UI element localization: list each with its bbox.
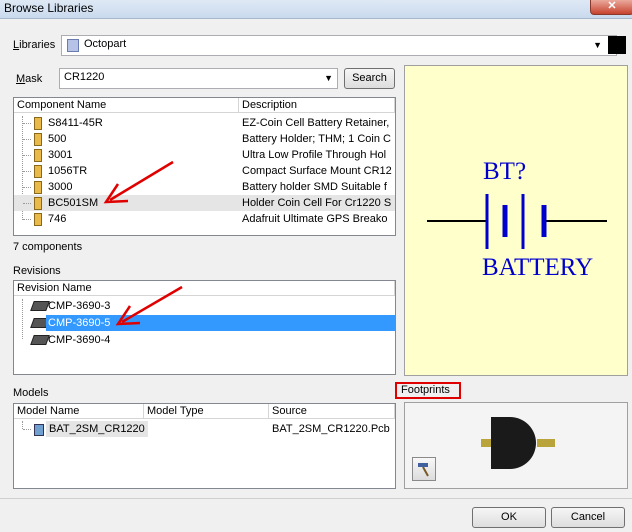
revision-name: CMP-3690-3 [48,300,111,312]
table-row[interactable]: S8411-45R EZ-Coin Cell Battery Retainer, [14,115,395,131]
chevron-down-icon[interactable]: ▼ [593,40,602,50]
libraries-label: Libraries [13,39,56,51]
chip-icon [30,335,50,345]
footprints-label: Footprints [395,382,461,399]
component-name: 3000 [48,181,73,193]
cancel-button[interactable]: Cancel [551,507,625,528]
mask-input[interactable]: CR1220 ▼ [59,68,338,89]
column-header-component-name[interactable]: Component Name [14,98,239,113]
table-row[interactable]: 3000 Battery holder SMD Suitable f [14,179,395,195]
component-description: EZ-Coin Cell Battery Retainer, [242,117,390,129]
component-description: Compact Surface Mount CR12 [242,165,392,177]
table-row[interactable]: BAT_2SM_CR1220 BAT_2SM_CR1220.Pcb [14,421,395,437]
column-header-model-name[interactable]: Model Name [14,404,144,419]
component-name: 3001 [48,149,73,161]
model-source: BAT_2SM_CR1220.Pcb [272,423,390,435]
component-name: BC501SM [48,197,99,209]
models-label: Models [13,387,49,399]
column-header-revision-name[interactable]: Revision Name [14,281,395,296]
component-icon [34,197,42,210]
column-header-model-type[interactable]: Model Type [144,404,269,419]
mask-label: Mask [16,73,43,85]
component-icon [34,117,42,130]
designator-text: BT? [483,158,527,185]
list-item[interactable]: CMP-3690-5 [14,315,395,331]
chevron-down-icon[interactable]: ▼ [324,73,333,83]
component-name: S8411-45R [48,117,103,129]
component-name: 1056TR [48,165,88,177]
chip-icon [30,301,50,311]
button-bar: OK Cancel [0,498,632,532]
model-name: BAT_2SM_CR1220 [46,421,148,437]
column-header-description[interactable]: Description [239,98,395,113]
component-count: 7 components [13,241,83,253]
ok-button[interactable]: OK [472,507,546,528]
footprint-graphic [481,417,555,469]
components-list[interactable]: Component Name Description S8411-45R EZ-… [13,97,396,236]
library-icon [67,39,79,52]
list-item[interactable]: CMP-3690-4 [14,332,395,348]
component-description: Battery Holder; THM; 1 Coin C [242,133,391,145]
comment-text: BATTERY [482,254,594,281]
hammer-icon[interactable] [412,457,436,481]
component-description: Ultra Low Profile Through Hol [242,149,387,161]
component-description: Battery holder SMD Suitable f [242,181,387,193]
revisions-label: Revisions [13,265,61,277]
component-icon [34,133,42,146]
library-menu-button[interactable] [608,36,626,54]
revision-name: CMP-3690-4 [48,334,111,346]
libraries-combo[interactable]: Octopart ▼ [61,35,617,56]
revisions-list[interactable]: Revision Name CMP-3690-3 CMP-3690-5 CMP-… [13,280,396,375]
window-title: Browse Libraries [4,1,94,15]
component-description: Adafruit Ultimate GPS Breako [242,213,388,225]
footprint-preview [404,402,628,489]
pcb-model-icon [34,424,44,436]
table-row[interactable]: 3001 Ultra Low Profile Through Hol [14,147,395,163]
search-button[interactable]: Search [344,68,395,89]
component-icon [34,181,42,194]
mask-value[interactable]: CR1220 [64,71,104,83]
libraries-value: Octopart [84,38,127,50]
models-list[interactable]: Model Name Model Type Source BAT_2SM_CR1… [13,403,396,489]
component-icon [34,213,42,226]
close-button[interactable]: ✕ [590,0,632,15]
component-icon [34,149,42,162]
title-bar: Browse Libraries ✕ [0,0,632,19]
component-name: 500 [48,133,67,145]
column-header-source[interactable]: Source [269,404,395,419]
table-row[interactable]: BC501SM Holder Coin Cell For Cr1220 S [14,195,395,211]
revision-name-selected[interactable]: CMP-3690-5 [46,315,395,331]
table-row[interactable]: 1056TR Compact Surface Mount CR12 [14,163,395,179]
component-description: Holder Coin Cell For Cr1220 S [242,197,392,209]
list-item[interactable]: CMP-3690-3 [14,298,395,314]
table-row[interactable]: 500 Battery Holder; THM; 1 Coin C [14,131,395,147]
component-name: 746 [48,213,67,225]
table-row[interactable]: 746 Adafruit Ultimate GPS Breako [14,211,395,227]
battery-symbol [427,194,607,249]
component-icon [34,165,42,178]
symbol-preview: BT? BATTERY [404,65,628,376]
